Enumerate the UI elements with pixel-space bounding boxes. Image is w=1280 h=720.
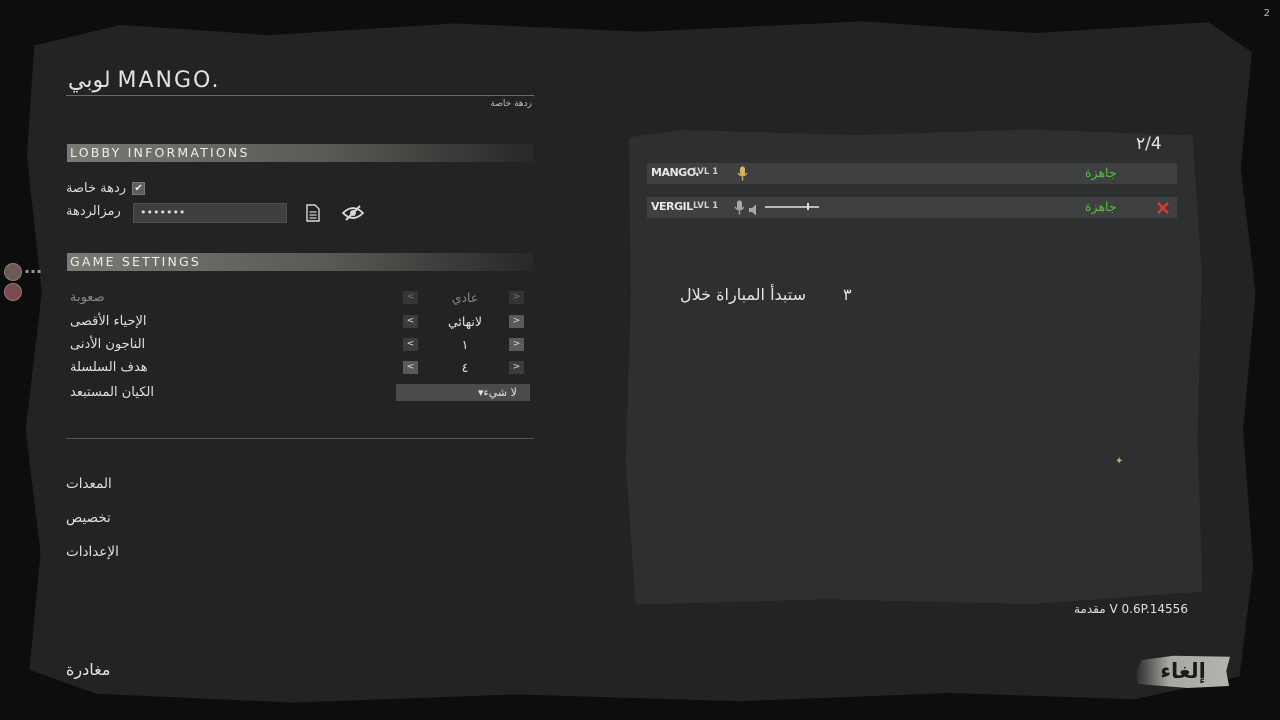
cursor-icon: ✦	[1115, 456, 1124, 467]
settings-menu-item[interactable]: الإعدادات	[66, 544, 119, 560]
ready-status: جاهزة	[1085, 165, 1117, 180]
max-revives-value: لانهائي	[447, 314, 483, 329]
banished-entity-dropdown[interactable]: ▾لا شيء	[396, 384, 530, 401]
corner-badge: 2	[1263, 8, 1270, 19]
volume-slider-handle[interactable]	[807, 203, 809, 210]
friend-avatar[interactable]	[4, 283, 22, 301]
private-lobby-checkbox[interactable]: ✔	[132, 182, 146, 195]
streak-target-label: هدف السلسلة	[70, 360, 148, 375]
streak-target-prev-button[interactable]: <	[403, 361, 418, 374]
customize-menu-item[interactable]: تخصيص	[66, 510, 111, 526]
microphone-icon[interactable]	[734, 200, 745, 219]
banished-entity-label: الكيان المستبعد	[70, 385, 154, 400]
difficulty-value: عادي	[451, 290, 479, 305]
streak-target-next-button[interactable]: >	[509, 361, 524, 374]
streak-target-value: ٤	[461, 360, 469, 375]
countdown-message: ستبدأ المباراة خلال	[680, 285, 806, 304]
min-survivors-next-button[interactable]: >	[509, 338, 524, 351]
player-name: VERGIL	[651, 200, 693, 213]
volume-slider[interactable]	[765, 203, 819, 210]
max-revives-label: الإحياء الأقصى	[70, 314, 147, 329]
equipment-menu-item[interactable]: المعدات	[66, 476, 112, 492]
friend-avatar[interactable]	[4, 263, 22, 281]
lobby-code-field[interactable]: •••••••	[133, 203, 287, 223]
player-row: MANGO. LVL 1 جاهزة	[647, 163, 1177, 184]
ready-status: جاهزة	[1085, 199, 1117, 214]
lobby-code-label: رمزالردهة	[66, 204, 121, 219]
player-name: MANGO.	[651, 166, 699, 179]
kick-icon[interactable]	[1156, 200, 1170, 219]
player-level: LVL 1	[693, 167, 719, 177]
speaker-icon[interactable]	[749, 201, 759, 220]
difficulty-next-button[interactable]: >	[509, 291, 524, 304]
microphone-icon[interactable]	[737, 166, 748, 185]
banished-entity-value: لا شيء	[483, 386, 517, 399]
difficulty-label: صعوبة	[70, 290, 105, 305]
player-level: LVL 1	[693, 201, 719, 211]
eye-slash-icon[interactable]	[341, 204, 365, 222]
difficulty-prev-button[interactable]: <	[403, 291, 418, 304]
private-lobby-row: ردهة خاصة ✔	[66, 181, 146, 196]
version-label: مقدمة V 0.6P.14556	[1074, 602, 1188, 616]
private-lobby-label: ردهة خاصة	[66, 181, 127, 196]
player-count: ٢/4	[1136, 134, 1162, 154]
cancel-button[interactable]: إلغاء	[1136, 655, 1230, 688]
lobby-info-header: LOBBY INFORMATIONS	[67, 144, 533, 162]
max-revives-prev-button[interactable]: <	[403, 315, 418, 328]
min-survivors-value: ١	[461, 337, 469, 352]
lobby-subtitle: ردهة خاصة	[490, 99, 532, 109]
game-settings-header: GAME SETTINGS	[67, 253, 533, 271]
countdown-seconds: ٣	[843, 285, 852, 304]
min-survivors-prev-button[interactable]: <	[403, 338, 418, 351]
min-survivors-label: الناجون الأدنى	[70, 337, 146, 352]
lobby-title: لوبي MANGO.	[68, 68, 221, 93]
player-row: VERGIL LVL 1 جاهزة	[647, 197, 1177, 218]
max-revives-next-button[interactable]: >	[509, 315, 524, 328]
document-icon[interactable]	[304, 203, 322, 223]
friend-status-icons: ▪ ▪ ▪	[25, 268, 42, 275]
title-divider	[66, 95, 534, 96]
leave-button[interactable]: مغادرة	[66, 660, 110, 679]
menu-divider	[66, 438, 534, 439]
